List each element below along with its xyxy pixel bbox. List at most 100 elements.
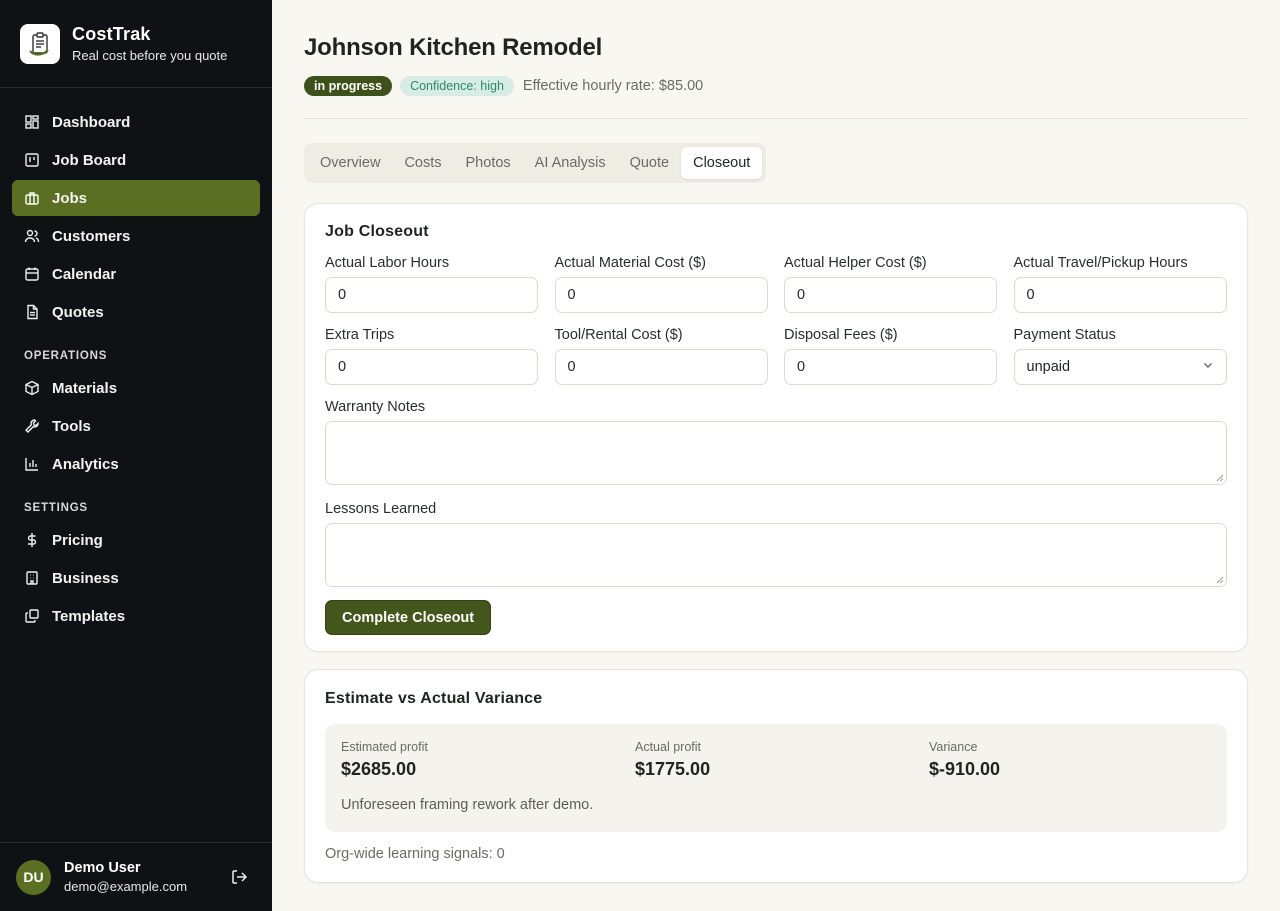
estimated-profit-value: $2685.00 <box>341 759 417 779</box>
field-warranty-notes: Warranty Notes <box>325 399 1227 485</box>
field-label: Warranty Notes <box>325 399 426 415</box>
field-label: Disposal Fees ($) <box>784 327 898 343</box>
sidebar-item-label: Templates <box>52 607 126 625</box>
helper-cost-input[interactable]: 0 <box>784 277 997 313</box>
field-label: Actual Material Cost ($) <box>554 255 707 271</box>
sidebar-item-label: Tools <box>52 417 91 435</box>
learning-signals: Org-wide learning signals: 0 <box>325 846 505 862</box>
field-label: Actual Helper Cost ($) <box>784 255 927 271</box>
card-title: Job Closeout <box>325 223 429 240</box>
building-icon <box>24 570 40 586</box>
closeout-row-2: Extra Trips 0 Tool/Rental Cost ($) 0 Dis… <box>325 327 1227 385</box>
labor-hours-input[interactable]: 0 <box>325 277 538 313</box>
brand-tagline: Real cost before you quote <box>72 48 228 63</box>
wrench-icon <box>24 418 40 434</box>
field-label: Tool/Rental Cost ($) <box>554 327 683 343</box>
payment-status-select[interactable]: unpaid <box>1013 349 1227 385</box>
main-nav: Dashboard Job Board Jobs Customers Calen… <box>0 88 272 634</box>
field-label: Lessons Learned <box>325 501 437 517</box>
brand-name: CostTrak <box>72 24 151 44</box>
bar-chart-icon <box>24 456 40 472</box>
section-label-operations: OPERATIONS <box>24 350 108 362</box>
sidebar-item-label: Pricing <box>52 531 103 549</box>
sidebar-item-analytics[interactable]: Analytics <box>12 446 260 482</box>
templates-icon <box>24 608 40 624</box>
sidebar-item-label: Business <box>52 569 119 587</box>
confidence-badge: Confidence: high <box>400 76 514 96</box>
variance-note: Unforeseen framing rework after demo. <box>341 797 594 813</box>
tab-closeout[interactable]: Closeout <box>681 147 763 179</box>
chevron-down-icon <box>1202 359 1214 375</box>
sidebar-item-materials[interactable]: Materials <box>12 370 260 406</box>
sidebar-item-label: Dashboard <box>52 113 131 131</box>
resize-handle-icon[interactable] <box>1216 474 1224 482</box>
briefcase-icon <box>24 190 40 206</box>
avatar[interactable]: DU <box>16 859 51 895</box>
sidebar-item-calendar[interactable]: Calendar <box>12 256 260 292</box>
sidebar-item-jobs[interactable]: Jobs <box>12 180 260 216</box>
brand[interactable]: CostTrak Real cost before you quote <box>0 0 272 88</box>
field-payment-status: Payment Status unpaid <box>1013 327 1227 385</box>
field-travel-hours: Actual Travel/Pickup Hours 0 <box>1013 255 1227 313</box>
hourly-rate: Effective hourly rate: $85.00 <box>522 78 704 94</box>
field-label: Extra Trips <box>325 327 395 343</box>
job-tabs: Overview Costs Photos AI Analysis Quote … <box>304 143 767 183</box>
tab-overview[interactable]: Overview <box>308 147 392 179</box>
sidebar-item-tools[interactable]: Tools <box>12 408 260 444</box>
user-name: Demo User <box>64 860 141 876</box>
disposal-fees-input[interactable]: 0 <box>784 349 997 385</box>
field-disposal-fees: Disposal Fees ($) 0 <box>784 327 997 385</box>
variance: Variance $-910.00 <box>929 740 1199 780</box>
document-icon <box>24 304 40 320</box>
calendar-icon <box>24 266 40 282</box>
sidebar-item-quotes[interactable]: Quotes <box>12 294 260 330</box>
complete-closeout-button[interactable]: Complete Closeout <box>325 600 492 635</box>
sidebar-item-label: Customers <box>52 227 131 245</box>
estimated-profit: Estimated profit $2685.00 <box>341 740 635 780</box>
users-icon <box>24 228 40 244</box>
field-label: Actual Travel/Pickup Hours <box>1013 255 1188 271</box>
sidebar-item-label: Jobs <box>52 189 88 207</box>
closeout-card: Job Closeout Actual Labor Hours 0 Actual… <box>304 203 1248 652</box>
actual-profit: Actual profit $1775.00 <box>635 740 929 780</box>
variance-value: $-910.00 <box>929 759 1001 779</box>
sidebar-item-label: Calendar <box>52 265 117 283</box>
travel-hours-input[interactable]: 0 <box>1013 277 1227 313</box>
sidebar-item-job-board[interactable]: Job Board <box>12 142 260 178</box>
tab-photos[interactable]: Photos <box>454 147 523 179</box>
field-material-cost: Actual Material Cost ($) 0 <box>554 255 768 313</box>
payment-status-value: unpaid <box>1026 359 1071 375</box>
sidebar-item-pricing[interactable]: Pricing <box>12 522 260 558</box>
field-lessons-learned: Lessons Learned <box>325 501 1227 587</box>
page-title: Johnson Kitchen Remodel <box>304 34 603 61</box>
extra-trips-input[interactable]: 0 <box>325 349 538 385</box>
sidebar-item-dashboard[interactable]: Dashboard <box>12 104 260 140</box>
tab-ai-analysis[interactable]: AI Analysis <box>523 147 618 179</box>
section-label-settings: SETTINGS <box>24 502 88 514</box>
tab-quote[interactable]: Quote <box>618 147 682 179</box>
variance-label: Variance <box>929 740 978 754</box>
sidebar-item-label: Job Board <box>52 151 127 169</box>
sidebar-item-templates[interactable]: Templates <box>12 598 260 634</box>
closeout-row-1: Actual Labor Hours 0 Actual Material Cos… <box>325 255 1227 313</box>
variance-card: Estimate vs Actual Variance Estimated pr… <box>304 669 1248 883</box>
lessons-learned-textarea[interactable] <box>325 523 1227 587</box>
material-cost-input[interactable]: 0 <box>554 277 768 313</box>
sidebar-item-customers[interactable]: Customers <box>12 218 260 254</box>
sidebar-item-business[interactable]: Business <box>12 560 260 596</box>
card-title: Estimate vs Actual Variance <box>325 690 543 707</box>
sidebar-item-label: Quotes <box>52 303 104 321</box>
logout-icon[interactable] <box>230 868 248 886</box>
tool-rental-cost-input[interactable]: 0 <box>554 349 768 385</box>
field-tool-rental-cost: Tool/Rental Cost ($) 0 <box>554 327 768 385</box>
actual-profit-label: Actual profit <box>635 740 702 754</box>
tab-costs[interactable]: Costs <box>392 147 453 179</box>
dashboard-icon <box>24 114 40 130</box>
field-helper-cost: Actual Helper Cost ($) 0 <box>784 255 997 313</box>
resize-handle-icon[interactable] <box>1216 576 1224 584</box>
main-content: Johnson Kitchen Remodel in progress Conf… <box>304 0 1248 883</box>
sidebar: CostTrak Real cost before you quote Dash… <box>0 0 272 911</box>
field-extra-trips: Extra Trips 0 <box>325 327 538 385</box>
warranty-notes-textarea[interactable] <box>325 421 1227 485</box>
estimated-profit-label: Estimated profit <box>341 740 428 754</box>
